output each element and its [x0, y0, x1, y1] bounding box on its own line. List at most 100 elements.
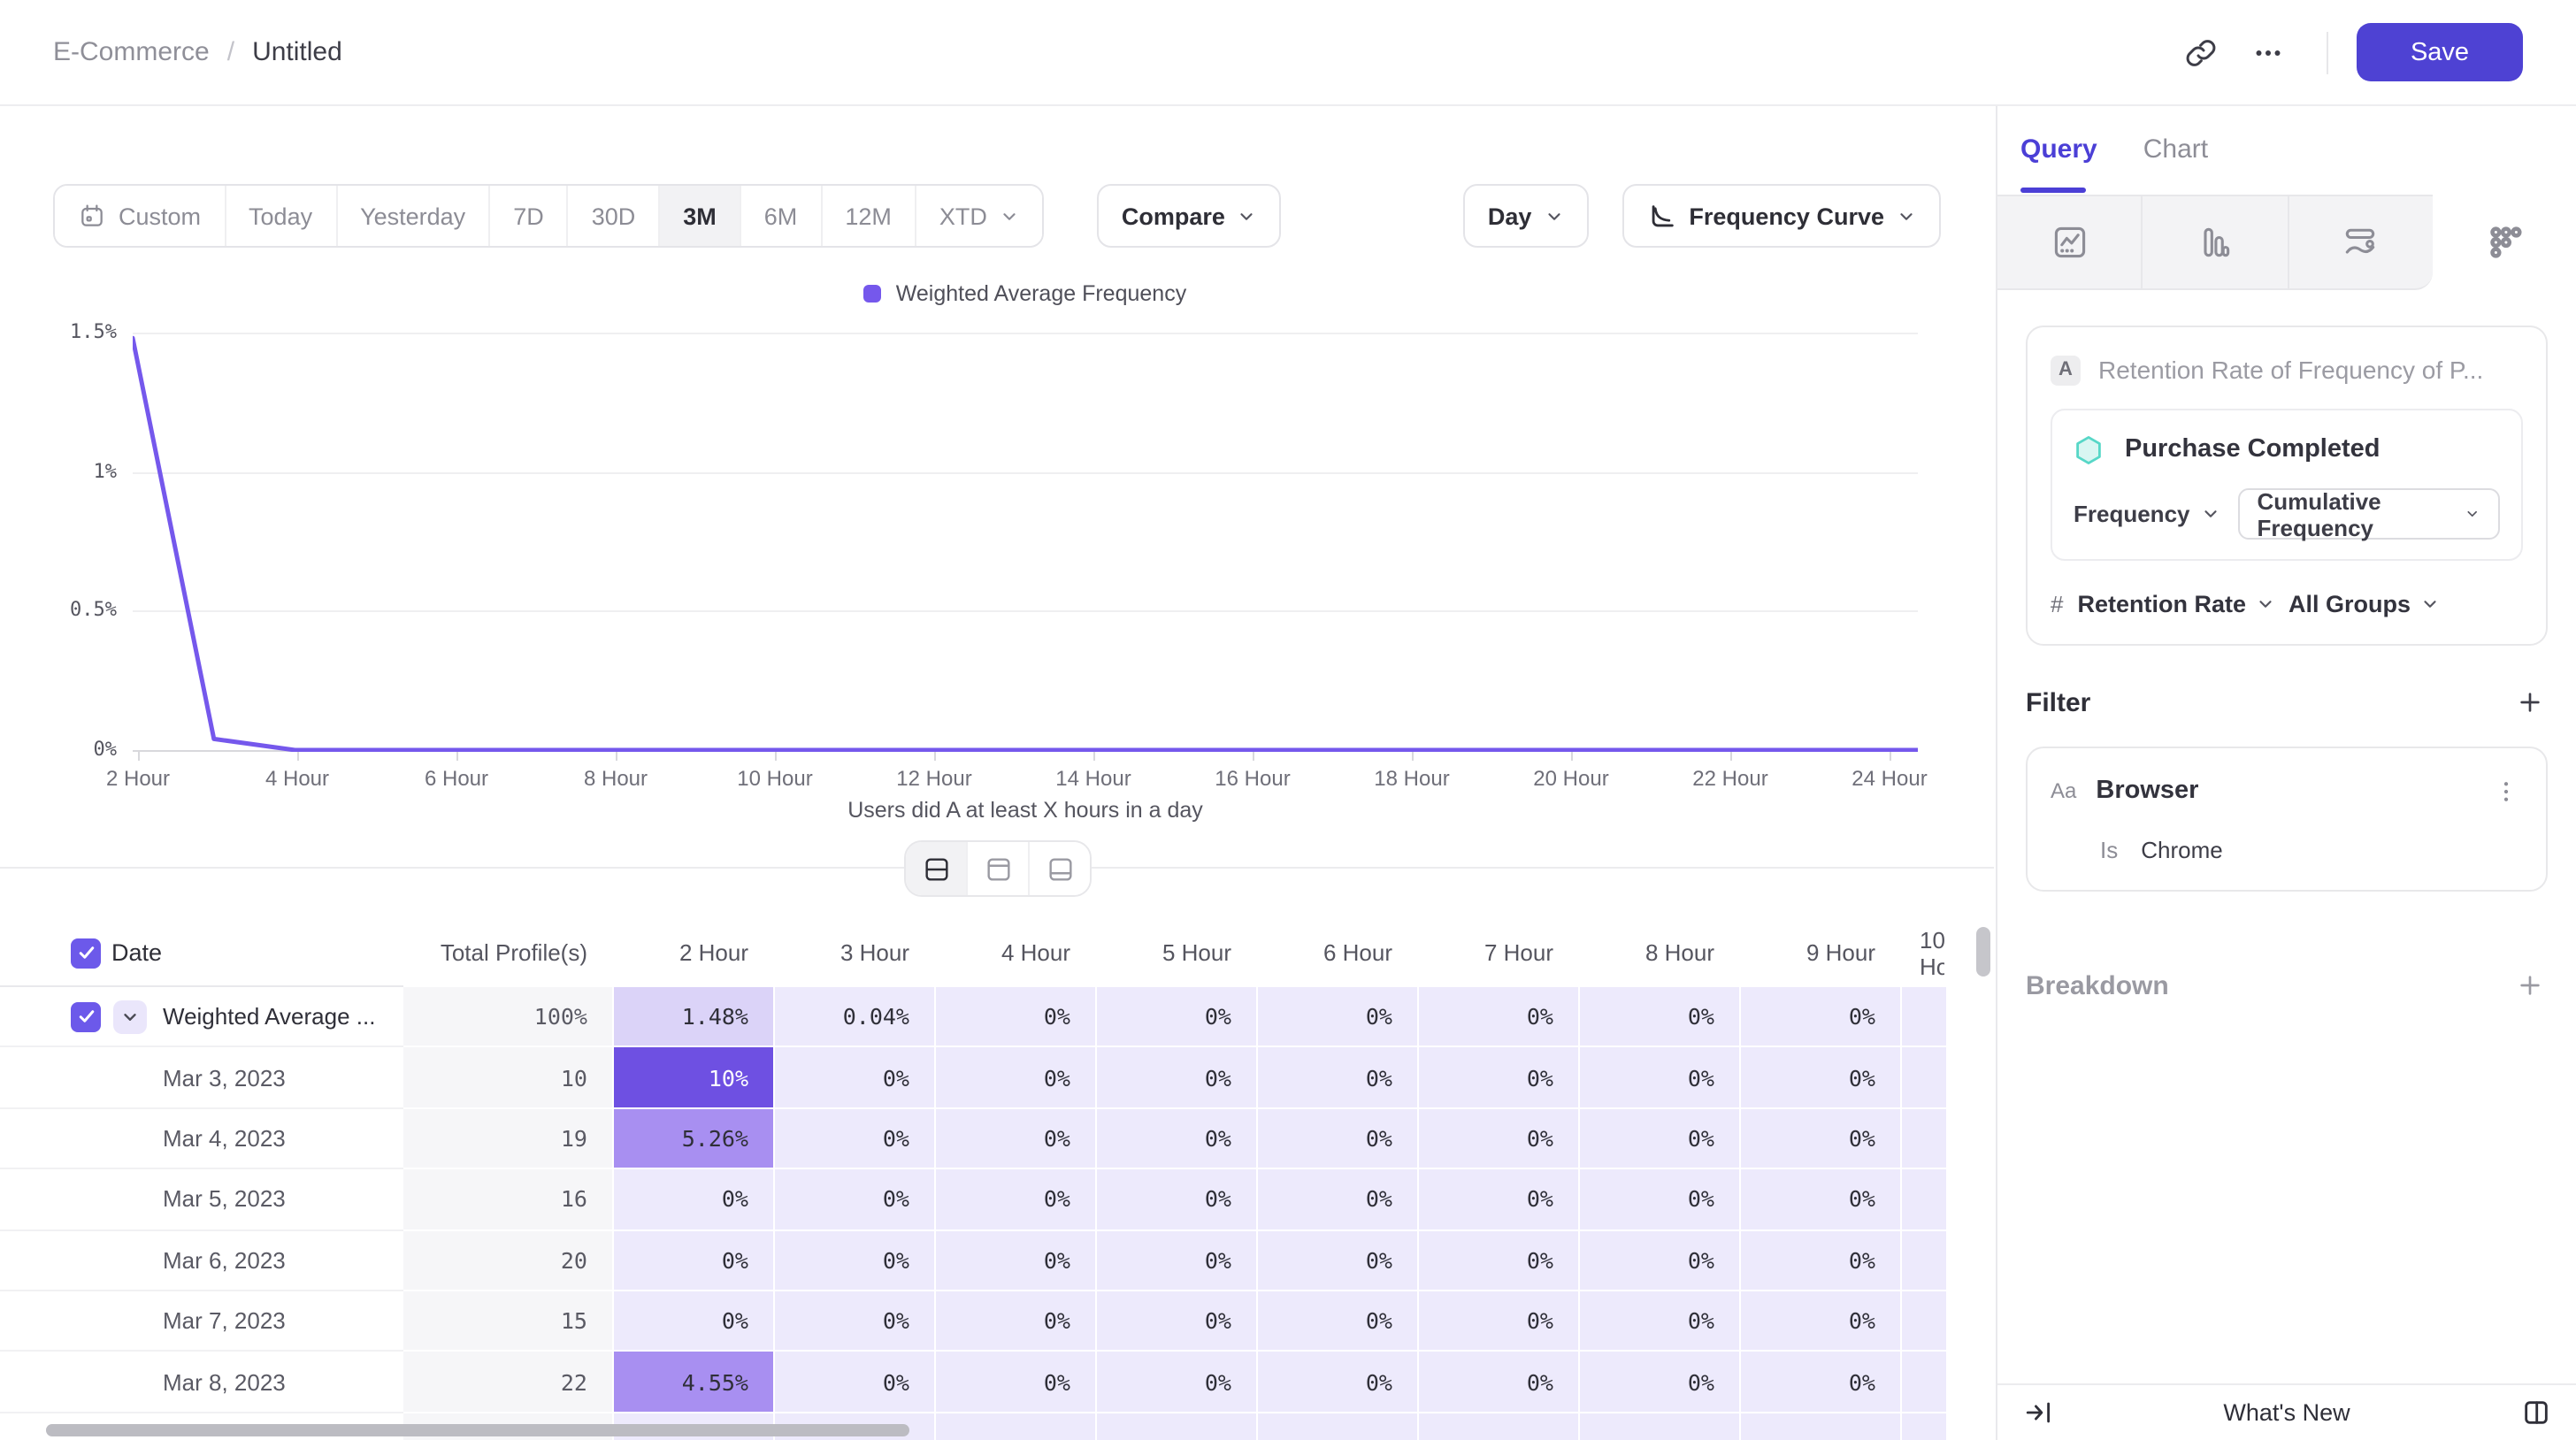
range-7d-button[interactable]: 7D	[488, 186, 567, 246]
groups-label: All Groups	[2288, 590, 2411, 617]
range-xtd-button[interactable]: XTD	[915, 186, 1042, 246]
hour-column-header[interactable]: 5 Hour	[1097, 920, 1258, 987]
add-breakdown-button[interactable]	[2512, 968, 2548, 1003]
range-xtd-label: XTD	[939, 203, 987, 229]
header-date-cell[interactable]: Date	[0, 920, 403, 987]
x-tick-label: 6 Hour	[425, 766, 488, 791]
frequency-curve-chart	[133, 333, 1918, 752]
top-bar: E-Commerce / Untitled	[0, 0, 2576, 106]
value-cell: 0%	[775, 1048, 936, 1109]
range-30d-button[interactable]: 30D	[567, 186, 659, 246]
select-all-checkbox[interactable]	[71, 938, 101, 968]
expand-row-button[interactable]	[113, 1000, 147, 1033]
filter-operator[interactable]: Is	[2100, 836, 2118, 862]
hour-column-header[interactable]: 6 Hour	[1258, 920, 1419, 987]
layout-table-only-button[interactable]	[1028, 842, 1090, 895]
date-range-segmented-control: Custom Today Yesterday 7D 30D 3M 6M 12M …	[53, 184, 1044, 248]
collapse-panel-button[interactable]	[2020, 1395, 2056, 1430]
copy-link-button[interactable]	[2171, 22, 2231, 82]
total-column-header[interactable]: Total Profile(s)	[403, 920, 614, 987]
chart-type-insights-button[interactable]	[1997, 195, 2143, 290]
hour-column-header-clipped[interactable]: 10 Hour	[1902, 920, 1946, 987]
plus-icon	[2516, 971, 2544, 1000]
chart-type-flows-button[interactable]	[2288, 195, 2433, 290]
granularity-dropdown[interactable]: Day	[1463, 184, 1589, 248]
top-view-icon	[983, 854, 1013, 884]
value-cell: 0%	[1258, 1048, 1419, 1109]
x-tick-label: 24 Hour	[1852, 766, 1927, 791]
x-tick-label: 10 Hour	[737, 766, 812, 791]
row-label: Mar 3, 2023	[163, 1048, 286, 1107]
range-12m-button[interactable]: 12M	[820, 186, 915, 246]
filter-property-row[interactable]: Aa Browser	[2051, 770, 2523, 812]
hour-column-header[interactable]: 4 Hour	[936, 920, 1097, 987]
frequency-type-dropdown[interactable]: Cumulative Frequency	[2238, 488, 2501, 540]
tab-chart[interactable]: Chart	[2143, 134, 2208, 165]
groups-dropdown[interactable]: All Groups	[2288, 590, 2439, 617]
value-cell: 0%	[1580, 1352, 1741, 1413]
range-yesterday-button[interactable]: Yesterday	[335, 186, 488, 246]
value-cell: 0%	[1097, 1230, 1258, 1291]
hour-column-header[interactable]: 9 Hour	[1741, 920, 1902, 987]
date-range-toolbar: Custom Today Yesterday 7D 30D 3M 6M 12M …	[53, 186, 1941, 246]
breadcrumb-project[interactable]: E-Commerce	[53, 37, 210, 67]
value-cell: 0%	[1580, 1230, 1741, 1291]
measure-label: Retention Rate	[2077, 590, 2246, 617]
value-cell: 0%	[1258, 1169, 1419, 1230]
panel-tabs: Query Chart	[1997, 104, 2576, 195]
total-cell: 100%	[403, 987, 614, 1048]
frequency-dropdown[interactable]: Frequency	[2074, 501, 2220, 527]
table-vertical-scrollbar[interactable]	[1976, 927, 1990, 977]
filter-card: Aa Browser Is Chrome	[2026, 747, 2548, 892]
hour-column-header[interactable]: 2 Hour	[614, 920, 775, 987]
layout-split-button[interactable]	[906, 842, 966, 895]
hour-column-header[interactable]: 8 Hour	[1580, 920, 1741, 987]
range-6m-button[interactable]: 6M	[740, 186, 821, 246]
event-row[interactable]: Purchase Completed	[2074, 430, 2500, 469]
panel-footer: What's New	[1997, 1383, 2576, 1440]
whats-new-link[interactable]: What's New	[2056, 1399, 2518, 1426]
y-tick-label: 0%	[42, 738, 117, 762]
topbar-divider	[2327, 31, 2328, 73]
view-type-label: Frequency Curve	[1689, 203, 1884, 229]
legend-swatch	[864, 285, 882, 303]
view-type-dropdown[interactable]: Frequency Curve	[1622, 184, 1941, 248]
filter-options-button[interactable]	[2488, 773, 2523, 808]
chart-type-frequency-button[interactable]	[2433, 195, 2576, 290]
frequency-line	[133, 338, 1918, 750]
hour-column-header[interactable]: 3 Hour	[775, 920, 936, 987]
hour-column-header[interactable]: 7 Hour	[1419, 920, 1580, 987]
table-row: Mar 4, 2023 19 5.26% 0% 0% 0% 0% 0% 0% 0…	[0, 1109, 1951, 1170]
line-chart-icon	[2050, 223, 2089, 262]
compare-button[interactable]: Compare	[1097, 184, 1282, 248]
chart-type-funnels-button[interactable]	[2143, 195, 2289, 290]
layout-chart-only-button[interactable]	[966, 842, 1028, 895]
value-cell: 0%	[1097, 1291, 1258, 1352]
filter-value[interactable]: Chrome	[2141, 836, 2223, 862]
range-3m-button[interactable]: 3M	[658, 186, 740, 246]
chart-legend[interactable]: Weighted Average Frequency	[133, 281, 1918, 306]
event-hexagon-icon	[2074, 434, 2104, 464]
value-cell: 0%	[1097, 1048, 1258, 1109]
range-today-button[interactable]: Today	[224, 186, 335, 246]
table-horizontal-scrollbar[interactable]	[46, 1424, 909, 1436]
toggle-sidebar-button[interactable]	[2518, 1395, 2553, 1430]
value-cell: 0%	[1419, 987, 1580, 1048]
add-filter-button[interactable]	[2512, 685, 2548, 720]
value-cell: 0.04%	[775, 987, 936, 1048]
more-options-button[interactable]	[2238, 22, 2298, 82]
table-row: Mar 6, 2023 20 0% 0% 0% 0% 0% 0% 0% 0%	[0, 1230, 1951, 1291]
row-checkbox[interactable]	[71, 1001, 101, 1031]
total-cell: 16	[403, 1169, 614, 1230]
flow-chart-icon	[2341, 223, 2380, 262]
series-badge: A	[2051, 355, 2081, 385]
tab-query[interactable]: Query	[2020, 134, 2097, 165]
breadcrumb: E-Commerce / Untitled	[53, 37, 342, 67]
value-cell: 0%	[1258, 1230, 1419, 1291]
measure-dropdown[interactable]: Retention Rate	[2077, 590, 2274, 617]
save-button[interactable]: Save	[2357, 23, 2523, 81]
breadcrumb-page-title[interactable]: Untitled	[252, 37, 342, 67]
chevron-down-icon	[1000, 206, 1019, 226]
series-title-row[interactable]: A Retention Rate of Frequency of P...	[2051, 349, 2523, 391]
range-custom-button[interactable]: Custom	[55, 186, 224, 246]
